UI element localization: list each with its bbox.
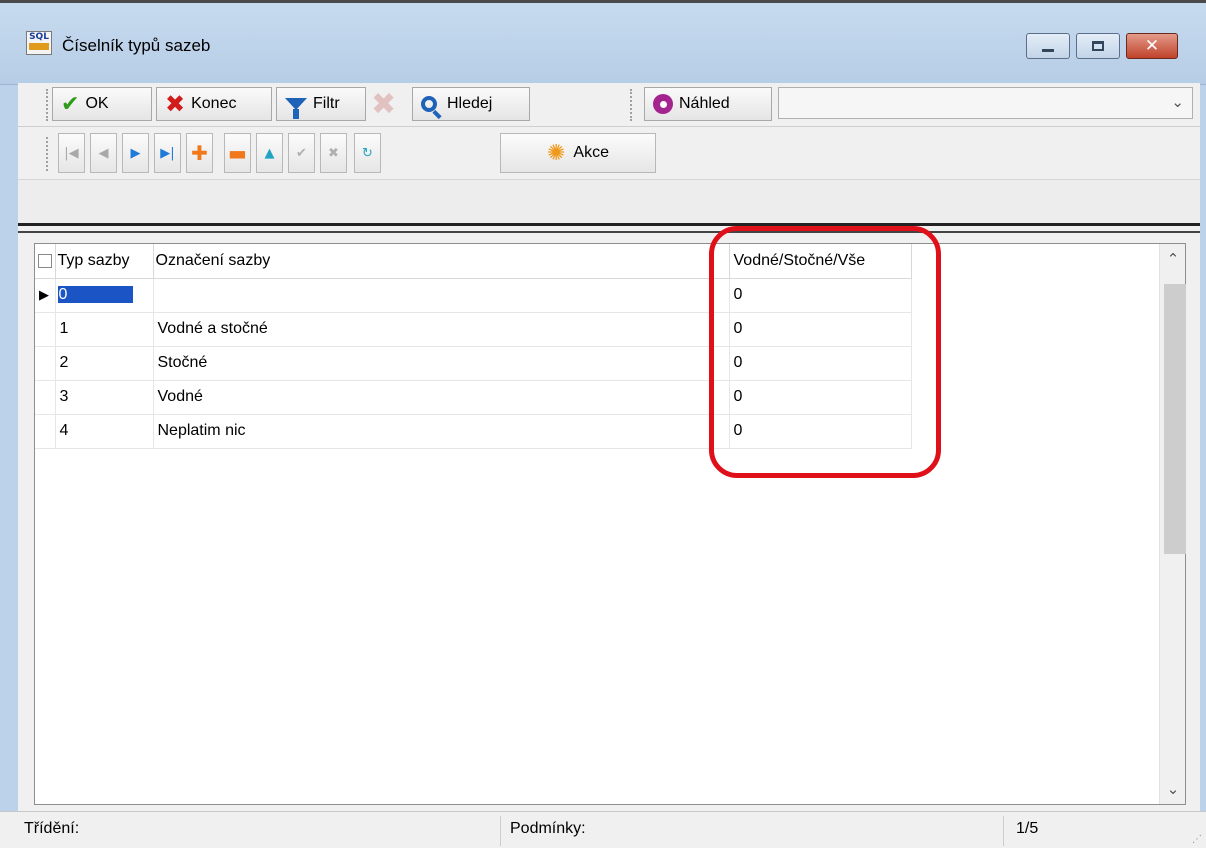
navigation-toolbar: |◀ ◀ ▶ ▶| ✚ ▬ ▲ ✔ ✖ ↻ ✺ Akce <box>18 127 1200 179</box>
check-icon: ✔ <box>296 145 307 161</box>
cell-oznaceni-sazby[interactable]: Neplatim nic <box>153 414 730 449</box>
cell-typ-sazby[interactable]: 2 <box>55 346 154 381</box>
nahled-label: Náhled <box>679 95 730 112</box>
app-icon: SQL <box>26 31 52 55</box>
filtr-button[interactable]: Filtr <box>276 87 366 121</box>
close-x-icon: ✖ <box>165 90 186 118</box>
row-indicator <box>35 312 56 347</box>
cell-oznaceni-sazby[interactable]: Vodné a stočné <box>153 312 730 347</box>
row-indicator <box>35 414 56 449</box>
ok-label: OK <box>85 95 109 112</box>
edit-record-button[interactable]: ▲ <box>256 133 283 173</box>
filter-icon <box>285 98 307 119</box>
sort-status: Třídění: <box>24 820 80 837</box>
column-header-oznaceni-sazby[interactable]: Označení sazby <box>153 244 730 279</box>
status-divider <box>1003 816 1004 846</box>
konec-label: Konec <box>191 95 237 112</box>
minimize-button[interactable] <box>1026 33 1070 59</box>
selected-cell-value: 0 <box>56 285 135 304</box>
row-indicator <box>35 346 56 381</box>
clear-filter-button[interactable]: ✖ <box>366 86 406 122</box>
vertical-scrollbar[interactable]: ⌃ ⌄ <box>1159 244 1186 804</box>
last-record-icon: ▶| <box>160 145 175 161</box>
status-bar: Třídění: Podmínky: 1/5 ⋰ <box>0 811 1206 848</box>
view-select[interactable]: ⌄ <box>778 87 1193 119</box>
clear-filter-icon: ✖ <box>371 86 397 122</box>
cell-typ-sazby[interactable]: 3 <box>55 380 154 415</box>
caption-buttons: ✕ <box>1026 33 1178 59</box>
refresh-icon: ↻ <box>362 145 373 161</box>
triangle-up-icon: ▲ <box>264 145 275 161</box>
add-record-button[interactable]: ✚ <box>186 133 213 173</box>
row-indicator <box>35 380 56 415</box>
cancel-icon: ✖ <box>328 145 339 161</box>
current-row-indicator: ▶ <box>35 278 56 313</box>
cell-oznaceni-sazby[interactable]: Stočné <box>153 346 730 381</box>
minimize-icon <box>1042 48 1054 52</box>
splitter[interactable] <box>18 223 1200 233</box>
filtr-label: Filtr <box>313 95 340 112</box>
scroll-up-icon[interactable]: ⌃ <box>1160 244 1186 274</box>
cell-typ-sazby[interactable]: 0 <box>55 278 154 313</box>
cell-typ-sazby[interactable]: 4 <box>55 414 154 449</box>
post-record-button[interactable]: ✔ <box>288 133 315 173</box>
window-title: Číselník typů sazeb <box>62 36 211 55</box>
client-area: ✔ OK ✖ Konec Filtr ✖ Hledej Náhled ⌄ |◀ … <box>18 83 1200 848</box>
maximize-button[interactable] <box>1076 33 1120 59</box>
search-icon <box>421 96 437 112</box>
toolbar-grip[interactable] <box>46 89 49 121</box>
nav-toolbar-grip[interactable] <box>46 137 49 171</box>
check-icon: ✔ <box>61 91 80 117</box>
hledej-label: Hledej <box>447 95 493 112</box>
cell-oznaceni-sazby[interactable] <box>153 278 730 313</box>
record-position: 1/5 <box>1016 820 1039 837</box>
status-divider <box>500 816 501 846</box>
resize-grip-icon[interactable]: ⋰ <box>1192 834 1202 845</box>
title-bar[interactable]: SQL Číselník typů sazeb ✕ <box>0 3 1206 85</box>
close-icon: ✕ <box>1144 36 1160 56</box>
ok-button[interactable]: ✔ OK <box>52 87 152 121</box>
data-grid[interactable]: Typ sazby Označení sazby Vodné/Stočné/Vš… <box>34 243 1186 805</box>
last-record-button[interactable]: ▶| <box>154 133 181 173</box>
akce-label: Akce <box>573 144 609 161</box>
first-record-icon: |◀ <box>64 145 79 161</box>
empty-panel <box>18 179 1200 223</box>
maximize-icon <box>1092 41 1104 51</box>
prev-record-icon: ◀ <box>98 145 109 161</box>
delete-record-button[interactable]: ▬ <box>224 133 251 173</box>
chevron-down-icon: ⌄ <box>1171 93 1184 111</box>
annotation-highlight-circle <box>709 226 941 478</box>
app-window: SQL Číselník typů sazeb ✕ ✔ OK ✖ Konec F… <box>0 0 1206 848</box>
first-record-button[interactable]: |◀ <box>58 133 85 173</box>
select-all-checkbox[interactable] <box>38 253 52 268</box>
cell-oznaceni-sazby[interactable]: Vodné <box>153 380 730 415</box>
cancel-record-button[interactable]: ✖ <box>320 133 347 173</box>
main-toolbar: ✔ OK ✖ Konec Filtr ✖ Hledej Náhled ⌄ <box>18 83 1200 127</box>
nahled-button[interactable]: Náhled <box>644 87 772 121</box>
column-header-typ-sazby[interactable]: Typ sazby <box>55 244 154 279</box>
hledej-button[interactable]: Hledej <box>412 87 530 121</box>
conditions-status: Podmínky: <box>510 820 586 837</box>
plus-icon: ✚ <box>191 141 208 165</box>
cell-typ-sazby[interactable]: 1 <box>55 312 154 347</box>
minus-icon: ▬ <box>228 141 247 165</box>
konec-button[interactable]: ✖ Konec <box>156 87 272 121</box>
akce-button[interactable]: ✺ Akce <box>500 133 656 173</box>
scroll-down-icon[interactable]: ⌄ <box>1160 774 1186 804</box>
eye-icon <box>653 94 673 114</box>
next-record-button[interactable]: ▶ <box>122 133 149 173</box>
app-icon-text: SQL <box>29 32 49 42</box>
refresh-button[interactable]: ↻ <box>354 133 381 173</box>
toolbar-grip-2[interactable] <box>630 89 633 121</box>
scroll-thumb[interactable] <box>1164 284 1186 554</box>
next-record-icon: ▶ <box>130 145 141 161</box>
gear-icon: ✺ <box>546 140 566 166</box>
close-button[interactable]: ✕ <box>1126 33 1178 59</box>
prev-record-button[interactable]: ◀ <box>90 133 117 173</box>
select-all-header[interactable] <box>35 244 56 279</box>
